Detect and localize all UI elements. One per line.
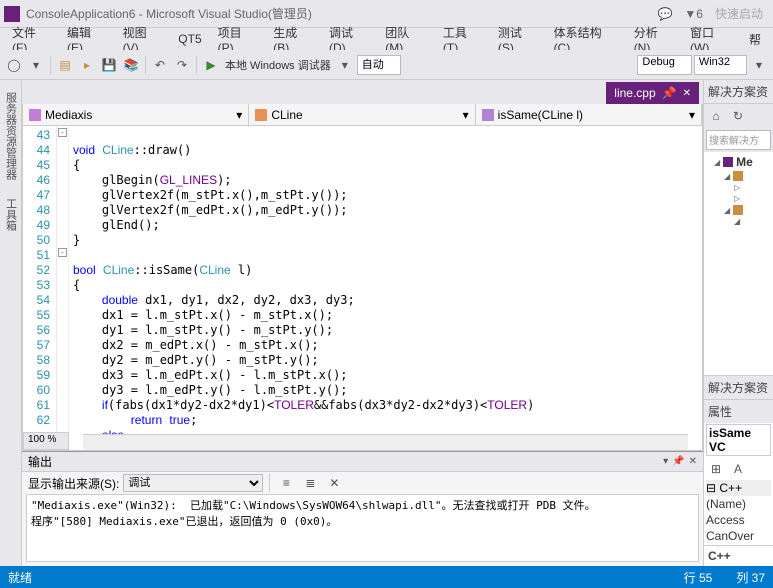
nav-back-icon[interactable]: ◯ [4, 55, 24, 75]
editor-tabstrip: line.cpp 📌 ✕ [22, 80, 703, 104]
debug-target-label[interactable]: 本地 Windows 调试器 [223, 57, 333, 73]
tree-item[interactable]: Me [736, 155, 753, 169]
redo-icon[interactable]: ↷ [172, 55, 192, 75]
config-select[interactable]: Debug [637, 55, 691, 75]
expand-icon[interactable]: ◢ [714, 158, 720, 167]
toolbar: ◯ ▾ ▤ ▸ 💾 📚 ↶ ↷ ▶ 本地 Windows 调试器 ▾ 自动 De… [0, 50, 773, 80]
zoom-select[interactable]: 100 % [23, 432, 69, 450]
undo-icon[interactable]: ↶ [150, 55, 170, 75]
output-tool-icon[interactable]: ≡ [276, 473, 296, 493]
nav-member-select[interactable]: isSame(CLine l)▾ [476, 104, 702, 125]
alpha-sort-icon[interactable]: A [728, 459, 748, 479]
close-icon[interactable]: ✕ [689, 456, 697, 467]
output-text[interactable]: "Mediaxis.exe"(Win32): 已加载"C:\Windows\Sy… [26, 494, 699, 562]
pin-icon[interactable]: 📌 [662, 86, 677, 100]
project-icon [29, 109, 41, 121]
menu-help[interactable]: 帮 [741, 29, 769, 50]
solution-tree[interactable]: ◢ Me ◢ ▷ ▷ ◢ ◢ [704, 152, 773, 375]
right-panel: 解决方案资 ⌂↻ 搜索解决方 ◢ Me ◢ ▷ ▷ ◢ ◢ 解决方案资 属性 is… [703, 80, 773, 566]
expand-icon[interactable]: ▷ [734, 194, 740, 203]
window-title: ConsoleApplication6 - Microsoft Visual S… [26, 5, 651, 22]
solution-icon [723, 157, 733, 167]
notifications-icon[interactable]: 💬 [651, 5, 678, 23]
pin-icon[interactable]: 📌 [672, 456, 684, 467]
categorize-icon[interactable]: ⊞ [706, 459, 726, 479]
dropdown-icon[interactable]: ▾ [663, 456, 668, 467]
output-title: 输出 [28, 453, 52, 470]
start-debug-icon[interactable]: ▶ [201, 55, 221, 75]
platform-select[interactable]: 自动 [357, 55, 401, 75]
expand-icon[interactable]: ◢ [734, 217, 740, 226]
refresh-icon[interactable]: ↻ [728, 106, 748, 126]
file-tab-label: line.cpp [614, 86, 655, 100]
toolbar-overflow-icon[interactable]: ▾ [749, 55, 769, 75]
code-editor[interactable]: 4344454647484950515253545556575859606162… [22, 126, 703, 451]
menu-qt5[interactable]: QT5 [170, 30, 209, 48]
nav-scope-select[interactable]: Mediaxis▾ [23, 104, 249, 125]
navigation-bar: Mediaxis▾ CLine▾ isSame(CLine l)▾ [22, 104, 703, 126]
open-file-icon[interactable]: ▸ [77, 55, 97, 75]
fold-toggle-icon[interactable]: - [58, 248, 67, 257]
left-rail: 服务器资源管理器 工具箱 [0, 80, 22, 566]
expand-icon[interactable]: ◢ [724, 206, 730, 215]
properties-subject[interactable]: isSame VC [706, 424, 771, 456]
line-gutter: 4344454647484950515253545556575859606162 [23, 126, 57, 450]
output-source-select[interactable]: 调试 [123, 474, 263, 492]
save-all-icon[interactable]: 📚 [121, 55, 141, 75]
prop-name[interactable]: (Name) [706, 497, 771, 511]
home-icon[interactable]: ⌂ [706, 106, 726, 126]
folder-icon [733, 205, 743, 215]
expand-icon[interactable]: ◢ [724, 172, 730, 181]
nav-class-select[interactable]: CLine▾ [249, 104, 475, 125]
prop-desc-title: C++ [708, 549, 731, 563]
nav-fwd-icon[interactable]: ▾ [26, 55, 46, 75]
properties-title: 属性 [704, 399, 773, 423]
prop-category[interactable]: ⊟ C++ [706, 481, 742, 495]
output-panel: 输出 ▾ 📌 ✕ 显示输出来源(S): 调试 ≡ ≣ ✕ "Mediaxis.exe… [22, 451, 703, 566]
server-explorer-tab[interactable]: 服务器资源管理器 [1, 88, 21, 184]
folder-icon [733, 171, 743, 181]
solution-search-input[interactable]: 搜索解决方 [706, 130, 771, 150]
fold-margin: - - [57, 126, 69, 432]
output-source-label: 显示输出来源(S): [28, 475, 119, 492]
menu-bar: 文件(F) 编辑(E) 视图(V) QT5 项目(P) 生成(B) 调试(D) … [0, 28, 773, 50]
solution-explorer-tab[interactable]: 解决方案资 [704, 375, 773, 399]
close-tab-icon[interactable]: ✕ [683, 88, 691, 99]
output-tool-icon[interactable]: ≣ [300, 473, 320, 493]
debug-target-dropdown-icon[interactable]: ▾ [335, 55, 355, 75]
new-file-icon[interactable]: ▤ [55, 55, 75, 75]
horizontal-scrollbar[interactable] [83, 434, 688, 450]
output-clear-icon[interactable]: ✕ [324, 473, 344, 493]
class-icon [255, 109, 267, 121]
status-bar: 就绪 行 55 列 37 [0, 566, 773, 588]
status-line: 行 55 [684, 569, 713, 586]
prop-access[interactable]: Access [706, 513, 771, 527]
method-icon [482, 109, 494, 121]
toolbox-tab[interactable]: 工具箱 [1, 194, 21, 235]
arch-select[interactable]: Win32 [694, 55, 747, 75]
code-content[interactable]: void CLine::draw() { glBegin(GL_LINES); … [57, 126, 702, 450]
prop-canoverride[interactable]: CanOver [706, 529, 771, 543]
expand-icon[interactable]: ▷ [734, 183, 740, 192]
file-tab-line-cpp[interactable]: line.cpp 📌 ✕ [606, 82, 699, 104]
flag-icon[interactable]: ▼6 [678, 5, 709, 23]
fold-toggle-icon[interactable]: - [58, 128, 67, 137]
vs-logo-icon [4, 6, 20, 22]
save-icon[interactable]: 💾 [99, 55, 119, 75]
solution-explorer-title: 解决方案资 [704, 80, 773, 104]
status-ready: 就绪 [8, 569, 32, 586]
status-col: 列 37 [736, 569, 765, 586]
